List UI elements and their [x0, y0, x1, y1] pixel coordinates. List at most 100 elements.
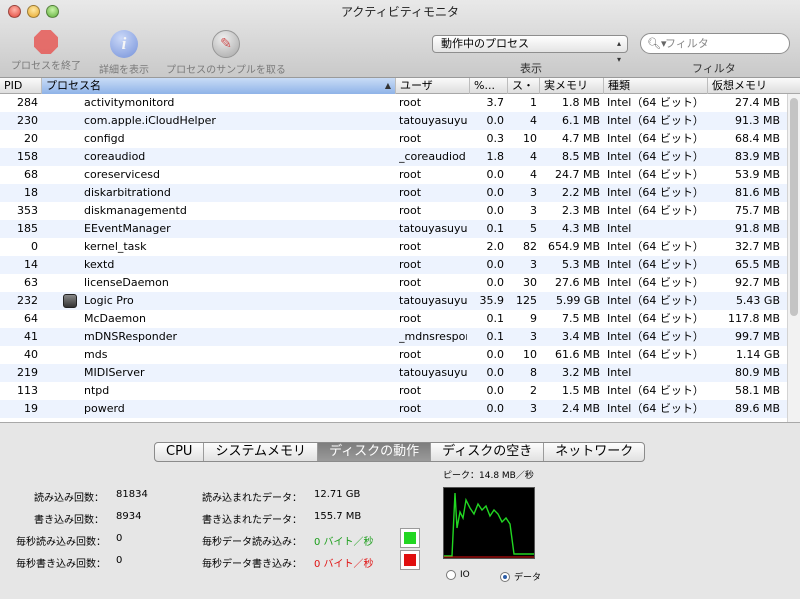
- cell-pid: 230: [17, 114, 38, 127]
- filter-placeholder: フィルタ: [665, 37, 709, 50]
- cell-name: EEventManager: [84, 222, 171, 235]
- cell-name: Logic Pro: [84, 294, 134, 307]
- table-row[interactable]: 158 coreaudiod _coreaudiod 1.8 4 8.5 MB Intel（…: [0, 148, 787, 166]
- table-row[interactable]: 230 com.apple.iCloudHelper tatouyasuyuki 0.…: [0, 112, 787, 130]
- table-row[interactable]: 284 activitymonitord root 3.7 1 1.8 MB Intel（6…: [0, 94, 787, 112]
- cell-user: _coreaudiod: [399, 150, 466, 163]
- cell-cpu: 0.0: [486, 204, 505, 217]
- inspect-button[interactable]: i 詳細を表示: [92, 30, 156, 76]
- col-kind[interactable]: 種類: [604, 78, 708, 94]
- table-row[interactable]: 232 Logic Pro tatouyasuyuki 35.9 125 5.99 GB I…: [0, 292, 787, 310]
- table-scrollbar[interactable]: [787, 94, 800, 422]
- data-radio-label: データ: [514, 573, 542, 583]
- col-virtual-memory[interactable]: 仮想メモリ: [708, 78, 800, 94]
- cell-cpu: 0.0: [486, 366, 505, 379]
- table-row[interactable]: 113 ntpd root 0.0 2 1.5 MB Intel（64 ビット） 58.1 M…: [0, 382, 787, 400]
- col-real-memory[interactable]: 実メモリ: [540, 78, 604, 94]
- cell-threads: 3: [530, 186, 537, 199]
- table-row[interactable]: 18 diskarbitrationd root 0.0 3 2.2 MB Intel（64…: [0, 184, 787, 202]
- cell-vmem: 83.9 MB: [734, 150, 780, 163]
- cell-name: licenseDaemon: [84, 276, 169, 289]
- filter-search-field[interactable]: 🔍︎▾ フィルタ: [640, 33, 790, 54]
- quit-process-button[interactable]: プロセスを終了: [6, 30, 86, 72]
- table-row[interactable]: 19 powerd root 0.0 3 2.4 MB Intel（64 ビット） 89.6 …: [0, 400, 787, 418]
- col-threads[interactable]: ス・: [508, 78, 540, 94]
- process-filter-select[interactable]: 動作中のプロセス ▴ ▾: [432, 35, 628, 64]
- read-color-well[interactable]: [400, 528, 420, 548]
- cell-name: powerd: [84, 402, 125, 415]
- cell-threads: 4: [530, 150, 537, 163]
- cell-kind: Intel（64 ビット）: [607, 186, 704, 199]
- cell-rmem: 2.3 MB: [561, 204, 600, 217]
- cell-user: root: [399, 204, 422, 217]
- col-pid[interactable]: PID: [0, 78, 42, 94]
- col-process-name[interactable]: プロセス名 ▲: [42, 78, 396, 94]
- cell-cpu: 3.7: [486, 96, 505, 109]
- table-row[interactable]: 0 kernel_task root 2.0 82 654.9 MB Intel（64 ビッ…: [0, 238, 787, 256]
- sample-process-button[interactable]: ✎ プロセスのサンプルを取る: [158, 30, 294, 76]
- cell-threads: 3: [530, 330, 537, 343]
- table-row[interactable]: 20 configd root 0.3 10 4.7 MB Intel（64 ビット） 68.…: [0, 130, 787, 148]
- reads-in-label: 読み込み回数：: [34, 493, 104, 504]
- tab-2[interactable]: ディスクの動作: [318, 443, 432, 461]
- cell-kind: Intel（64 ビット）: [607, 132, 704, 145]
- table-row[interactable]: 68 coreservicesd root 0.0 4 24.7 MB Intel（64 ビ…: [0, 166, 787, 184]
- cell-pid: 40: [24, 348, 38, 361]
- cell-cpu: 1.8: [486, 150, 505, 163]
- cell-cpu: 0.0: [486, 258, 505, 271]
- io-radio[interactable]: IO: [446, 570, 470, 580]
- cell-user: tatouyasuyuki: [399, 294, 467, 307]
- sample-process-label: プロセスのサンプルを取る: [166, 65, 286, 76]
- cell-pid: 0: [31, 240, 38, 253]
- cell-threads: 4: [530, 114, 537, 127]
- cell-kind: Intel（64 ビット）: [607, 276, 704, 289]
- cell-pid: 63: [24, 276, 38, 289]
- cell-vmem: 32.7 MB: [734, 240, 780, 253]
- window-title: アクティビティモニタ: [341, 5, 459, 19]
- cell-kind: Intel（64 ビット）: [607, 258, 704, 271]
- peak-label: ピーク：14.8 MB／秒: [443, 471, 534, 481]
- table-row[interactable]: 41 mDNSResponder _mdnsresponder 0.1 3 3.4 MB I…: [0, 328, 787, 346]
- cell-vmem: 81.6 MB: [734, 186, 780, 199]
- table-row[interactable]: 14 kextd root 0.0 3 5.3 MB Intel（64 ビット） 65.5 M…: [0, 256, 787, 274]
- cell-threads: 1: [530, 96, 537, 109]
- cell-cpu: 0.0: [486, 402, 505, 415]
- cell-rmem: 4.7 MB: [561, 132, 600, 145]
- tab-4[interactable]: ネットワーク: [544, 443, 644, 461]
- cell-name: McDaemon: [84, 312, 146, 325]
- read-rate-label: 毎秒データ読み込み：: [202, 537, 302, 548]
- write-color-well[interactable]: [400, 550, 420, 570]
- cell-name: coreservicesd: [84, 168, 160, 181]
- data-radio[interactable]: データ: [500, 570, 541, 583]
- cell-pid: 18: [24, 186, 38, 199]
- scrollbar-thumb[interactable]: [790, 98, 798, 316]
- tab-1[interactable]: システムメモリ: [204, 443, 319, 461]
- cell-kind: Intel（64 ビット）: [607, 240, 704, 253]
- cell-name: kextd: [84, 258, 115, 271]
- table-row[interactable]: 40 mds root 0.0 10 61.6 MB Intel（64 ビット） 1.14 G…: [0, 346, 787, 364]
- cell-kind: Intel（64 ビット）: [607, 150, 704, 163]
- cell-threads: 10: [523, 348, 537, 361]
- table-row[interactable]: 353 diskmanagementd root 0.0 3 2.3 MB Intel（64…: [0, 202, 787, 220]
- table-row[interactable]: 219 MIDIServer tatouyasuyuki 0.0 8 3.2 MB Inte…: [0, 364, 787, 382]
- cell-threads: 82: [523, 240, 537, 253]
- data-written-label: 書き込まれたデータ：: [202, 515, 302, 526]
- logic-pro-icon: [63, 294, 77, 308]
- cell-vmem: 92.7 MB: [734, 276, 780, 289]
- cell-rmem: 4.3 MB: [561, 222, 600, 235]
- cell-user: root: [399, 276, 422, 289]
- tab-bar: CPU システムメモリ ディスクの動作 ディスクの空き ネットワーク: [154, 442, 646, 462]
- cell-vmem: 68.4 MB: [734, 132, 780, 145]
- info-icon: i: [110, 30, 138, 58]
- cell-cpu: 0.1: [486, 312, 505, 325]
- col-cpu[interactable]: %...: [470, 78, 508, 94]
- tab-3[interactable]: ディスクの空き: [431, 443, 545, 461]
- reads-per-sec-label: 毎秒読み込み回数：: [16, 537, 106, 548]
- table-row[interactable]: 63 licenseDaemon root 0.0 30 27.6 MB Intel（64 …: [0, 274, 787, 292]
- table-row[interactable]: 185 EEventManager tatouyasuyuki 0.1 5 4.3 MB I…: [0, 220, 787, 238]
- cell-user: tatouyasuyuki: [399, 366, 467, 379]
- col-user[interactable]: ユーザ: [396, 78, 470, 94]
- tab-0[interactable]: CPU: [155, 443, 205, 461]
- cell-vmem: 75.7 MB: [734, 204, 780, 217]
- table-row[interactable]: 64 McDaemon root 0.1 9 7.5 MB Intel（64 ビット） 117…: [0, 310, 787, 328]
